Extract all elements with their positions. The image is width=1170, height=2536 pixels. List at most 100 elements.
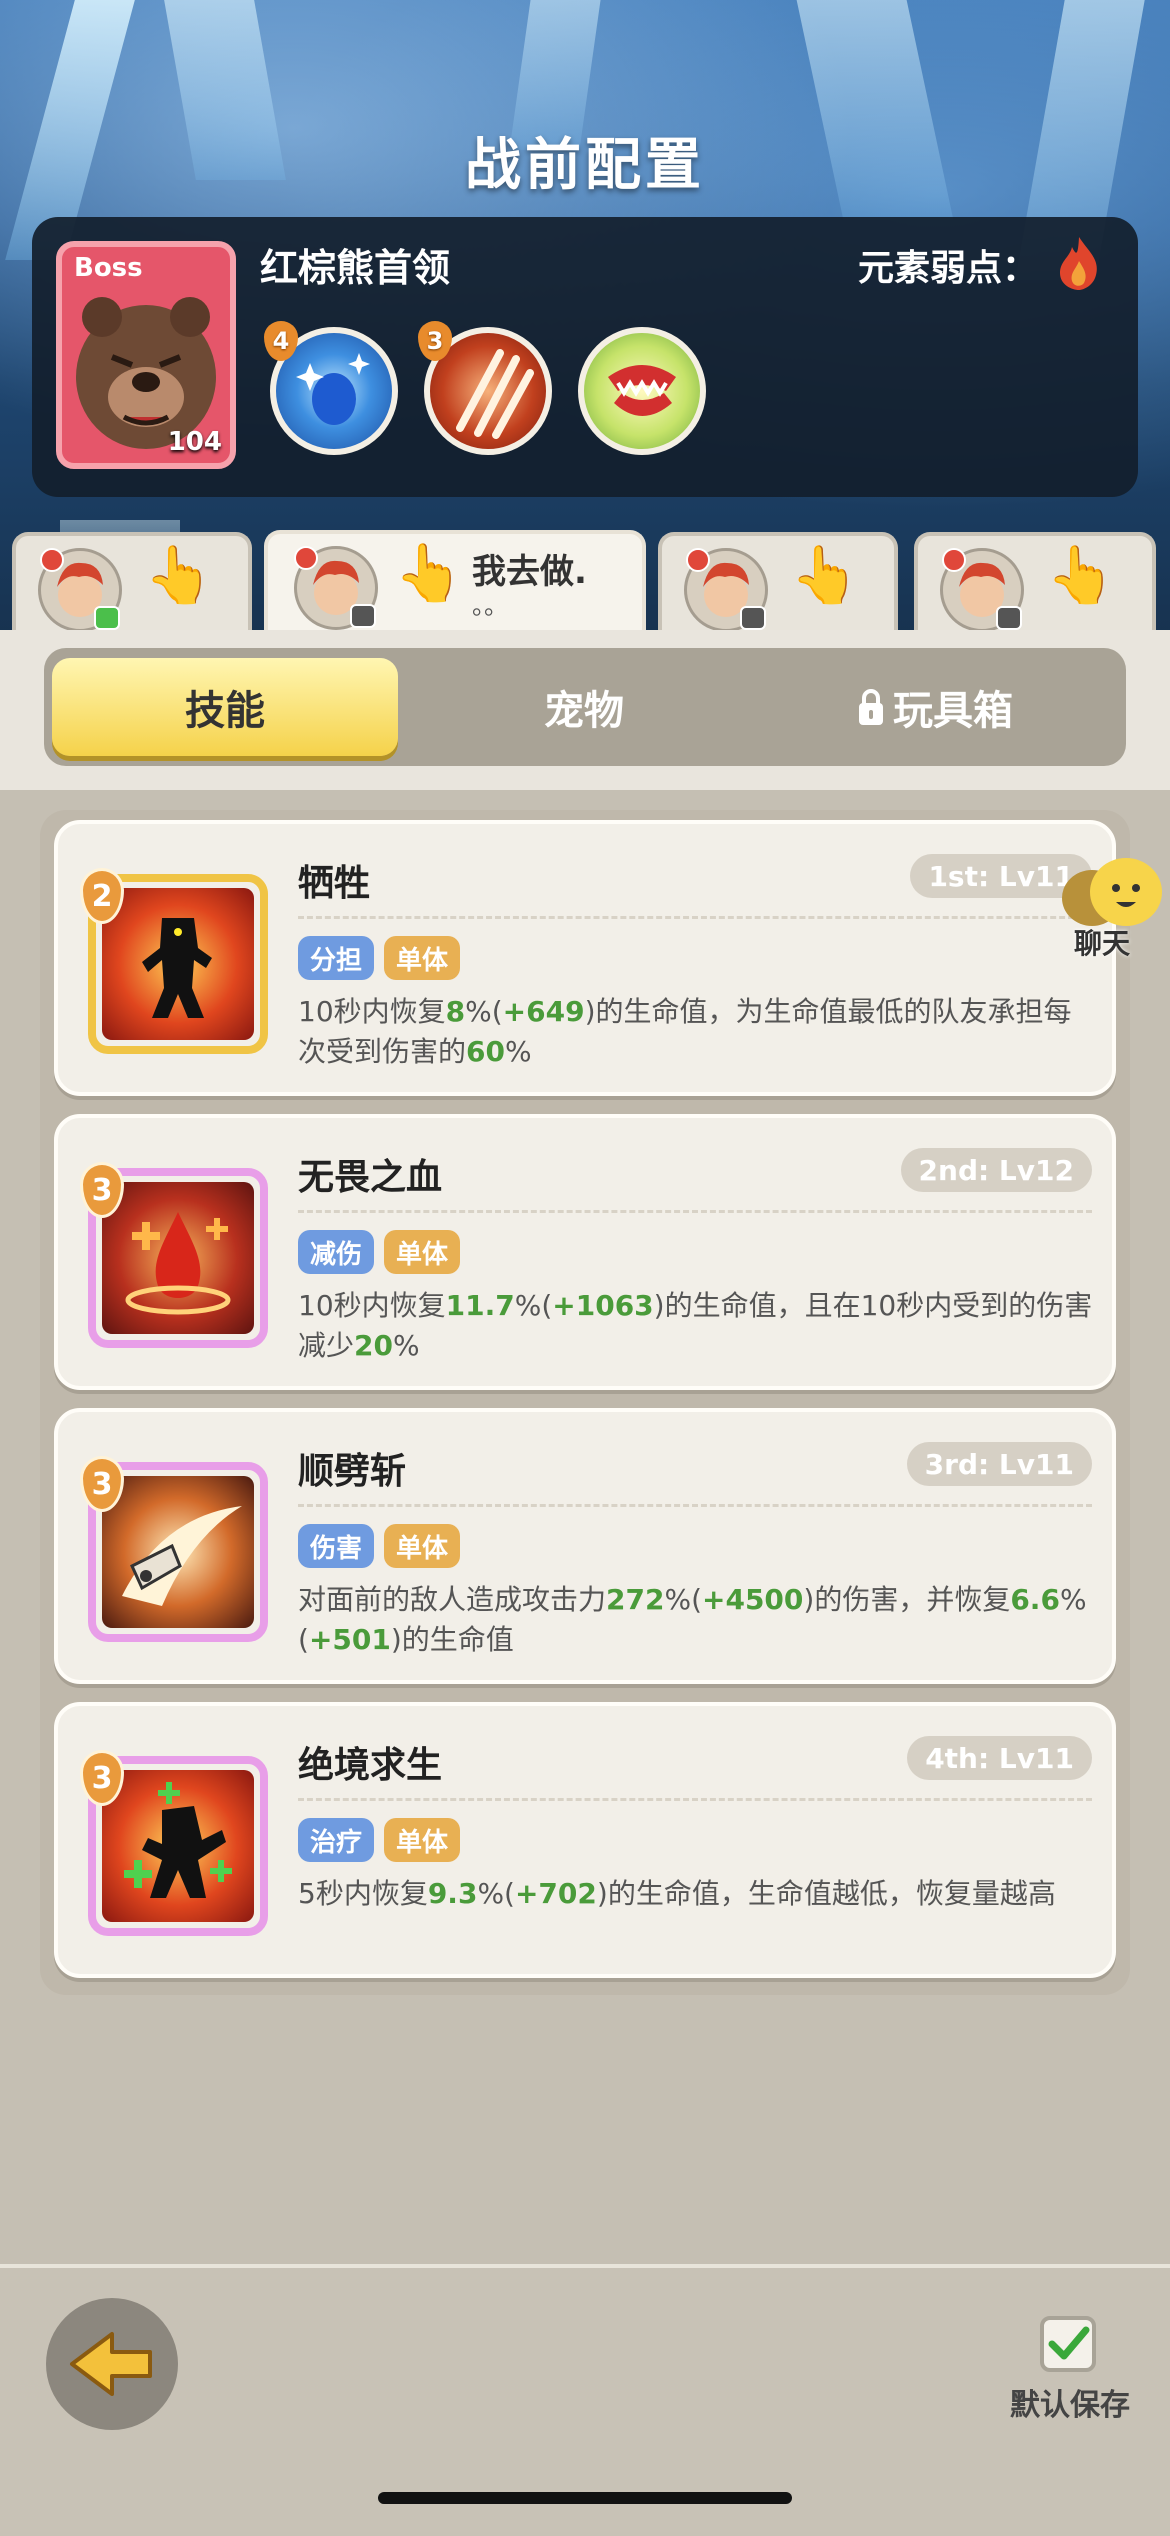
skill-text: %( xyxy=(465,995,503,1028)
back-button[interactable] xyxy=(46,2298,178,2430)
skill-description: 10秒内恢复8%(+649)的生命值，为生命值最低的队友承担每次受到伤害的60% xyxy=(298,992,1094,1072)
skill-value: +1063 xyxy=(552,1289,654,1322)
default-save-label: 默认保存 xyxy=(1010,2388,1130,2423)
page-title: 战前配置 xyxy=(465,133,705,198)
skill-tag-target: 单体 xyxy=(384,1524,461,1568)
skill-value: 6.6 xyxy=(1010,1583,1060,1616)
cleave-icon xyxy=(122,1506,242,1606)
skill-text: 对面前的敌人造成攻击力 xyxy=(298,1583,607,1616)
skill-description: 10秒内恢复11.7%(+1063)的生命值，且在10秒内受到的伤害减少20% xyxy=(298,1286,1094,1366)
skill-tag-target: 单体 xyxy=(384,1230,461,1274)
skill-description: 对面前的敌人造成攻击力272%(+4500)的伤害，并恢复6.6%(+501)的… xyxy=(298,1580,1094,1660)
skill-level: 4th: Lv11 xyxy=(907,1736,1092,1780)
skill-card[interactable]: 3 绝境求生 4th: Lv11 治疗 单体 5秒内恢复9.3%(+702)的生… xyxy=(54,1702,1116,1978)
skill-text: 5秒内恢复 xyxy=(298,1877,428,1910)
fearless-blood-icon xyxy=(125,1212,231,1315)
pointing-hand-icon: 👆 xyxy=(144,543,214,608)
skill-name: 无畏之血 xyxy=(298,1157,443,1198)
skill-text: %( xyxy=(514,1289,553,1322)
skill-card[interactable]: 3 顺劈斩 3rd: Lv11 伤害 单体 对面前的敌人造成攻击力272%(+4… xyxy=(54,1408,1116,1684)
skill-text: )的生命值，生命值越低，恢复量越高 xyxy=(596,1877,1056,1910)
skill-value: 272 xyxy=(606,1583,665,1616)
pointing-hand-icon: 👆 xyxy=(394,541,464,606)
divider xyxy=(298,1210,1092,1213)
pointing-hand-icon: 👆 xyxy=(1046,543,1116,608)
player-tab-1[interactable]: 👆 xyxy=(12,532,252,632)
chat-label: 聊天 xyxy=(1074,927,1131,960)
divider xyxy=(298,916,1092,919)
sacrifice-icon xyxy=(142,918,212,1018)
remove-icon[interactable] xyxy=(686,548,710,572)
tab-toybox[interactable]: 玩具箱 xyxy=(764,658,1104,756)
skill-value: +4500 xyxy=(702,1583,804,1616)
skill-text: %( xyxy=(477,1877,515,1910)
skill-value: 9.3 xyxy=(427,1877,478,1910)
fire-icon[interactable] xyxy=(1054,235,1104,291)
skill-icon-bg xyxy=(102,1182,254,1334)
divider xyxy=(298,1504,1092,1507)
status-gray-icon xyxy=(740,606,766,630)
bite-icon xyxy=(608,365,676,416)
last-stand-icon xyxy=(124,1782,232,1898)
player-tab-3[interactable]: 👆 xyxy=(658,532,898,632)
default-save-checkbox[interactable] xyxy=(1040,2316,1096,2372)
skill-value: 20 xyxy=(354,1329,393,1362)
chat-button[interactable]: 聊天 xyxy=(1056,852,1166,962)
boss-portrait[interactable]: Boss 104 xyxy=(56,241,236,469)
remove-icon[interactable] xyxy=(294,546,318,570)
checkmark-icon xyxy=(1048,2326,1090,2360)
skill-tag-type: 伤害 xyxy=(298,1524,375,1568)
skill-tag-target: 单体 xyxy=(384,1818,461,1862)
weakness-label: 元素弱点： xyxy=(857,248,1038,289)
category-tabs: 技能 宠物 玩具箱 xyxy=(44,648,1126,766)
skill-value: +702 xyxy=(514,1877,597,1910)
chat-mascot-icon xyxy=(1062,858,1162,926)
home-indicator xyxy=(378,2492,792,2504)
back-arrow-icon xyxy=(70,2332,152,2396)
skill-level: 2nd: Lv12 xyxy=(900,1148,1092,1192)
player-tab-4[interactable]: 👆 xyxy=(914,532,1156,632)
skill-icon-bg xyxy=(102,1476,254,1628)
status-green-icon xyxy=(94,606,120,630)
boss-badge: Boss xyxy=(74,253,143,283)
skill-value: 8 xyxy=(445,995,466,1028)
skill-value: +649 xyxy=(502,995,585,1028)
skill-card[interactable]: 3 无畏之血 2nd: Lv12 减伤 单体 10秒内恢复11.7%(+1063… xyxy=(54,1114,1116,1390)
divider xyxy=(298,1798,1092,1801)
skill-value: +501 xyxy=(308,1623,391,1656)
skill-value: 60 xyxy=(466,1035,505,1068)
skill-tag-type: 分担 xyxy=(298,936,375,980)
skill-name: 绝境求生 xyxy=(298,1745,443,1786)
skill-name: 顺劈斩 xyxy=(298,1451,407,1492)
boss-name: 红棕熊首领 xyxy=(260,246,451,290)
skill-tag-target: 单体 xyxy=(384,936,461,980)
skill-icon-bg xyxy=(102,888,254,1040)
skill-text: %( xyxy=(664,1583,702,1616)
skill-text: % xyxy=(392,1329,420,1362)
boss-level: 104 xyxy=(167,427,222,457)
skill-text: % xyxy=(504,1035,532,1068)
boss-panel: Boss 104 红棕熊首领 元素弱点： 4 3 xyxy=(32,217,1138,497)
skill-description: 5秒内恢复9.3%(+702)的生命值，生命值越低，恢复量越高 xyxy=(298,1874,1094,1914)
skill-text: )的生命值 xyxy=(390,1623,514,1656)
lock-icon xyxy=(859,689,883,725)
status-gray-icon xyxy=(996,606,1022,630)
skill-text: )的伤害，并恢复 xyxy=(803,1583,1011,1616)
skill-card[interactable]: 2 牺牲 1st: Lv11 分担 单体 10秒内恢复8%(+649)的生命值，… xyxy=(54,820,1116,1096)
skill-level: 3rd: Lv11 xyxy=(906,1442,1092,1486)
skill-name: 牺牲 xyxy=(298,863,371,904)
remove-icon[interactable] xyxy=(40,548,64,572)
tab-pets[interactable]: 宠物 xyxy=(424,658,744,756)
status-gray-icon xyxy=(350,604,376,628)
tab-skills-label: 技能 xyxy=(185,688,265,734)
player-tab-2[interactable]: 👆 我去做. 。。 xyxy=(264,530,646,634)
tab-skills[interactable]: 技能 xyxy=(52,658,398,756)
remove-icon[interactable] xyxy=(942,548,966,572)
skill-value: 11.7 xyxy=(445,1289,515,1322)
player-name-sub: 。。 xyxy=(472,592,508,620)
skill-tag-type: 治疗 xyxy=(298,1818,375,1862)
pointing-hand-icon: 👆 xyxy=(790,543,860,608)
skill-icon-bg xyxy=(102,1770,254,1922)
tab-pets-label: 宠物 xyxy=(544,688,624,734)
boss-skill-3[interactable] xyxy=(578,327,706,455)
